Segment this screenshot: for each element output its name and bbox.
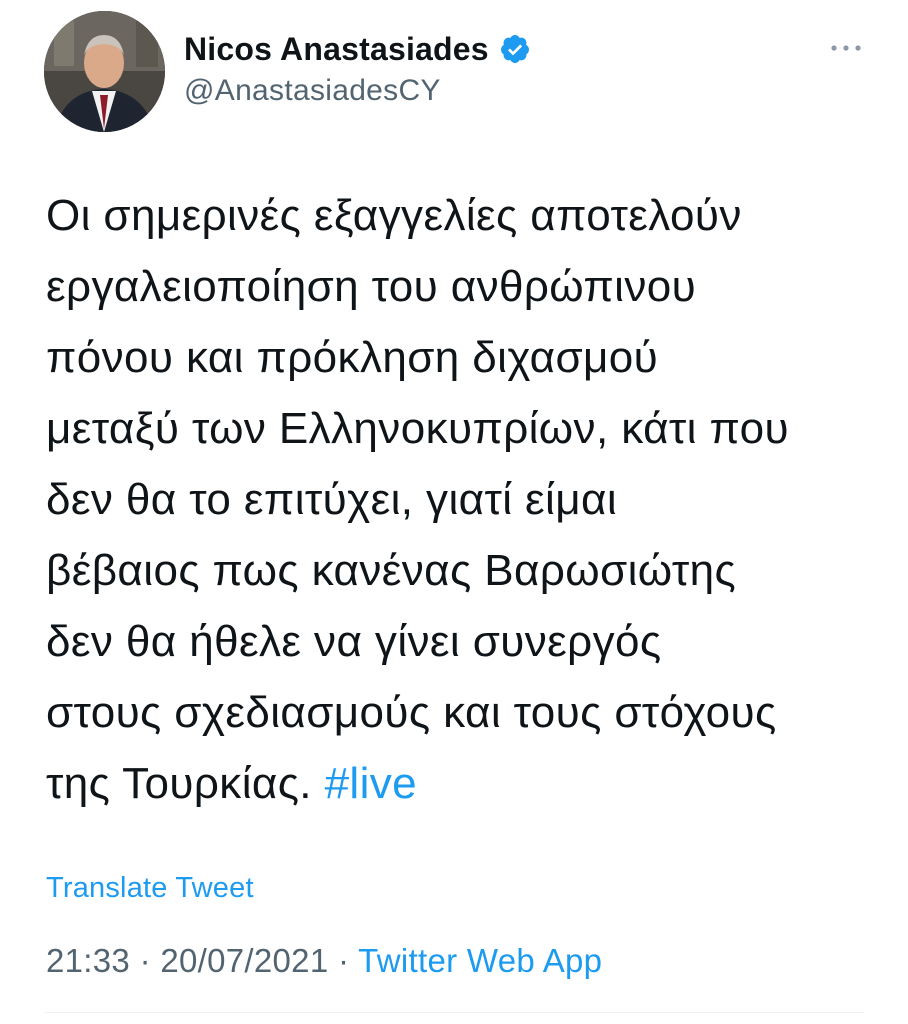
- translate-tweet-link[interactable]: Translate Tweet: [46, 872, 254, 905]
- tweet-text-line: Οι σημερινές εξαγγελίες αποτελούν: [46, 191, 742, 240]
- author-name-row: Nicos Anastasiades: [184, 28, 531, 70]
- tweet-text-line: εργαλειοποίηση του ανθρώπινου: [46, 262, 697, 311]
- tweet-text-line: δεν θα ήθελε να γίνει συνεργός: [46, 617, 662, 666]
- tweet-text-line: στους σχεδιασμούς και τους στόχους: [46, 688, 777, 737]
- tweet-metadata: 21:33 · 20/07/2021 · Twitter Web App: [46, 942, 602, 980]
- tweet-card: Nicos Anastasiades @AnastasiadesCY Οι ση…: [0, 0, 908, 1024]
- tweet-text-line: δεν θα το επιτύχει, γιατί είμαι: [46, 475, 617, 524]
- verified-badge-icon: [499, 33, 531, 65]
- tweet-text-last-line: της Τουρκίας. #live: [46, 748, 886, 819]
- divider: [44, 1012, 864, 1013]
- meta-separator: ·: [139, 942, 151, 979]
- avatar[interactable]: [44, 11, 165, 132]
- tweet-text: Οι σημερινές εξαγγελίες αποτελούν εργαλε…: [46, 180, 886, 819]
- avatar-photo: [44, 11, 165, 132]
- tweet-source-link[interactable]: Twitter Web App: [358, 942, 602, 979]
- meta-separator: ·: [337, 942, 350, 979]
- tweet-date[interactable]: 20/07/2021: [160, 942, 328, 979]
- hashtag-link[interactable]: #live: [325, 759, 418, 808]
- more-options-icon[interactable]: [826, 38, 866, 58]
- tweet-time[interactable]: 21:33: [46, 942, 130, 979]
- tweet-text-line: πόνου και πρόκληση διχασμού: [46, 333, 659, 382]
- tweet-text-line: βέβαιος πως κανένας Βαρωσιώτης: [46, 546, 737, 595]
- tweet-text-line: της Τουρκίας.: [46, 759, 312, 808]
- author-display-name[interactable]: Nicos Anastasiades: [184, 31, 489, 68]
- tweet-text-line: μεταξύ των Ελληνοκυπρίων, κάτι που: [46, 404, 789, 453]
- author-handle[interactable]: @AnastasiadesCY: [184, 74, 441, 108]
